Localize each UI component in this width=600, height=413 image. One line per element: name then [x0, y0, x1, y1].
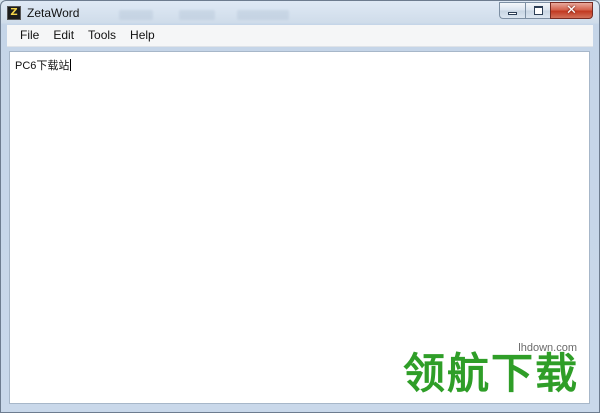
editor-content-line[interactable]: PC6下载站 [15, 57, 72, 73]
menu-help[interactable]: Help [123, 25, 162, 46]
editor-text: PC6下载站 [15, 60, 70, 72]
watermark: lhdown.com 领航下载 [399, 339, 581, 403]
blurred-background-text [119, 10, 153, 20]
text-editor[interactable]: PC6下载站 lhdown.com 领航下载 [9, 51, 590, 404]
text-caret [70, 59, 72, 71]
menu-file[interactable]: File [13, 25, 46, 46]
app-icon[interactable]: Z [7, 6, 21, 20]
maximize-icon [534, 6, 543, 15]
window-controls: ✕ [499, 2, 593, 19]
maximize-button[interactable] [525, 2, 550, 19]
minimize-button[interactable] [499, 2, 525, 19]
minimize-icon [508, 12, 517, 15]
watermark-logo: 领航下载 [402, 349, 579, 398]
window-title: ZetaWord [27, 6, 80, 20]
app-window: Z ZetaWord ✕ File Edit Tools Help PC6下载站… [0, 0, 600, 413]
blurred-background-text [179, 10, 215, 20]
close-icon: ✕ [566, 3, 577, 18]
menu-bar: File Edit Tools Help [7, 25, 593, 47]
title-bar[interactable]: Z ZetaWord ✕ [1, 1, 599, 25]
menu-tools[interactable]: Tools [81, 25, 123, 46]
blurred-background-text [237, 10, 289, 20]
menu-edit[interactable]: Edit [46, 25, 81, 46]
close-button[interactable]: ✕ [550, 2, 593, 19]
